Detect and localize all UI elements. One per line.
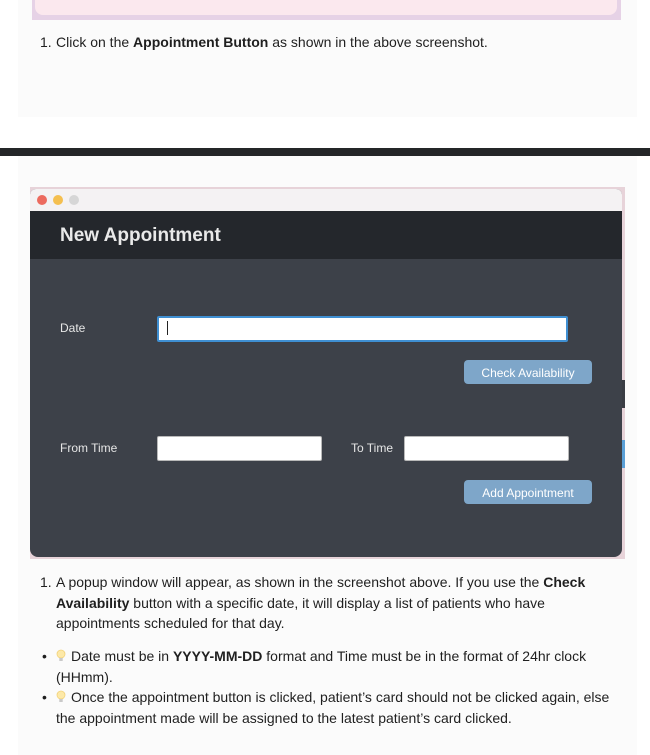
- lightbulb-icon: [56, 649, 66, 661]
- add-appointment-button[interactable]: Add Appointment: [464, 480, 592, 504]
- check-availability-button[interactable]: Check Availability: [464, 360, 592, 384]
- zoom-window-icon[interactable]: [69, 195, 79, 205]
- second-step-item: 1. A popup window will appear, as shown …: [40, 574, 586, 631]
- from-time-label: From Time: [60, 441, 118, 455]
- date-label: Date: [60, 321, 86, 335]
- window-titlebar: [30, 189, 622, 211]
- previous-screenshot-bottom: [32, 0, 621, 20]
- close-window-icon[interactable]: [37, 195, 47, 205]
- section-divider: [0, 148, 650, 156]
- lightbulb-icon: [56, 690, 66, 702]
- top-step-item: 1. Click on the Appointment Button as sh…: [40, 34, 488, 50]
- to-time-label: To Time: [351, 441, 394, 455]
- from-time-input[interactable]: [157, 436, 322, 461]
- top-step-card: 1. Click on the Appointment Button as sh…: [18, 0, 637, 117]
- note-item: • Once the appointment button is clicked…: [42, 689, 610, 726]
- text-caret: [167, 321, 168, 335]
- to-time-input[interactable]: [404, 436, 569, 461]
- minimize-window-icon[interactable]: [53, 195, 63, 205]
- window-header: New Appointment: [30, 211, 622, 259]
- date-input[interactable]: [157, 316, 568, 342]
- new-appointment-window: New Appointment Date Check Availability …: [30, 189, 622, 557]
- window-title: New Appointment: [60, 225, 221, 246]
- note-item: • Date must be in YYYY-MM-DD format and …: [42, 648, 587, 685]
